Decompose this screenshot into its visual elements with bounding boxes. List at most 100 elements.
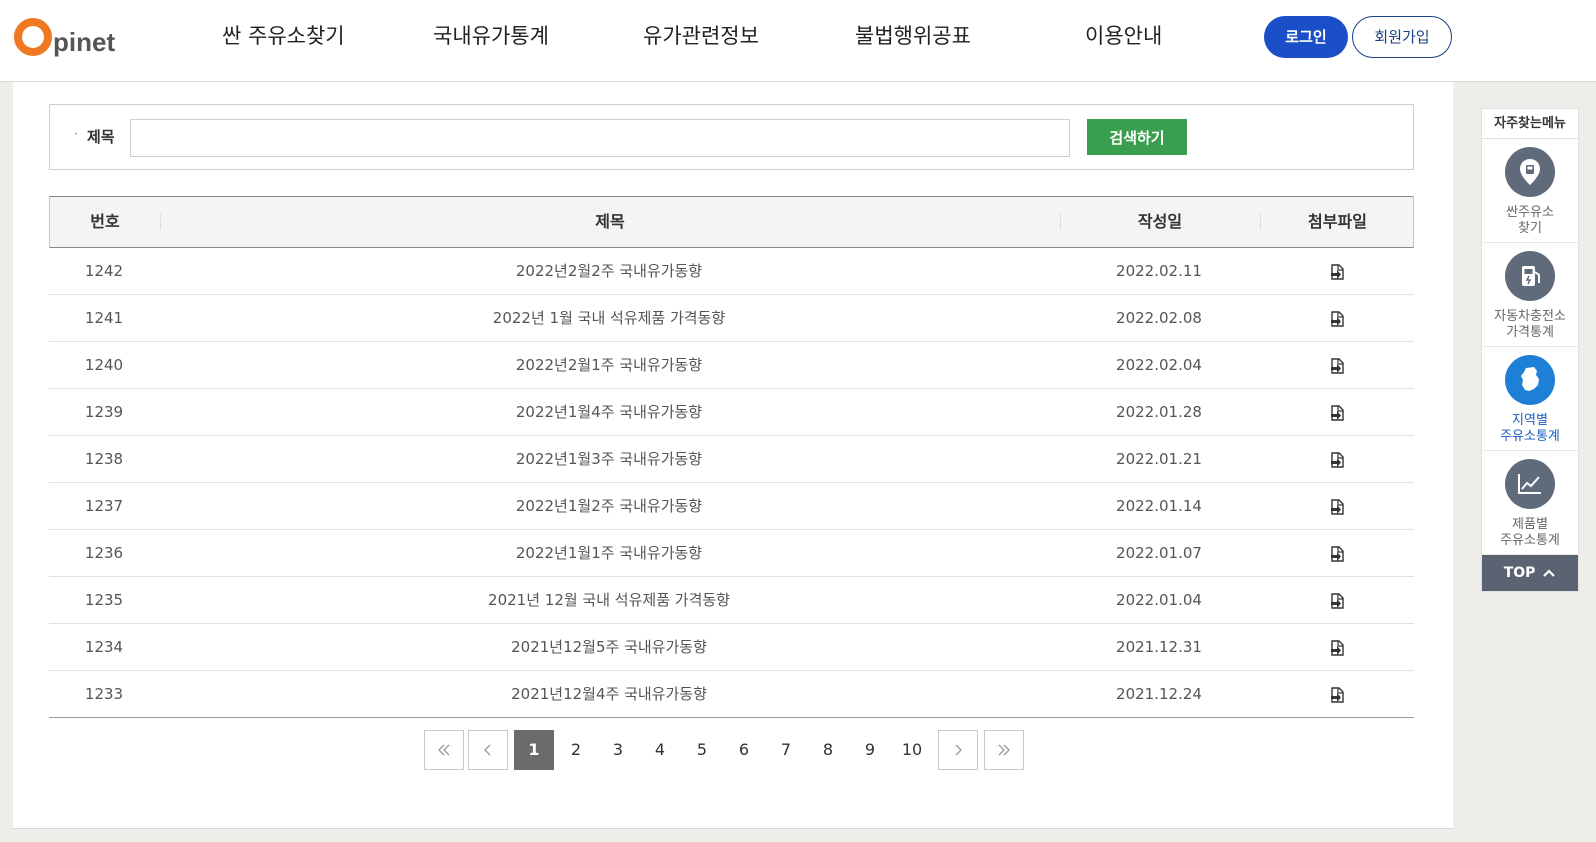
- opinet-logo[interactable]: pinet: [14, 10, 115, 56]
- file-download-icon[interactable]: [1329, 545, 1345, 562]
- table-row[interactable]: 1236 2022년1월1주 국내유가동향 2022.01.07: [49, 530, 1414, 577]
- row-number: 1237: [84, 497, 124, 515]
- table-row[interactable]: 1235 2021년 12월 국내 석유제품 가격동향 2022.01.04: [49, 577, 1414, 624]
- header-title: 제목: [595, 212, 625, 231]
- row-title-link[interactable]: 2022년1월3주 국내유가동향: [159, 436, 1059, 482]
- file-download-icon[interactable]: [1329, 404, 1345, 421]
- nav-illegal-acts[interactable]: 불법행위공표: [855, 20, 971, 50]
- page-number-button[interactable]: 2: [556, 730, 596, 770]
- quick-label-line1: 싼주유소: [1506, 205, 1554, 220]
- row-title-link[interactable]: 2022년 1월 국내 석유제품 가격동향: [159, 295, 1059, 341]
- page-number-button[interactable]: 9: [850, 730, 890, 770]
- page-number-button[interactable]: 5: [682, 730, 722, 770]
- file-download-icon[interactable]: [1329, 357, 1345, 374]
- table-row[interactable]: 1233 2021년12월4주 국내유가동향 2021.12.24: [49, 671, 1414, 718]
- row-title-link[interactable]: 2022년2월2주 국내유가동향: [159, 248, 1059, 294]
- table-row[interactable]: 1234 2021년12월5주 국내유가동향 2021.12.31: [49, 624, 1414, 671]
- page-number-button[interactable]: 6: [724, 730, 764, 770]
- nav-cheap-gas-station[interactable]: 싼 주유소찾기: [222, 20, 345, 50]
- first-page-button[interactable]: [424, 730, 464, 770]
- row-attachment[interactable]: [1259, 248, 1414, 294]
- file-download-icon[interactable]: [1329, 310, 1345, 327]
- chevron-up-icon: [1543, 569, 1556, 577]
- join-button[interactable]: 회원가입: [1352, 16, 1452, 58]
- row-title-link[interactable]: 2021년12월4주 국내유가동향: [159, 671, 1059, 717]
- row-title-link[interactable]: 2021년12월5주 국내유가동향: [159, 624, 1059, 670]
- content-panel: · 제목 검색하기 번호 제목 작성일 첨부파일 1242 2022년2월2주 국…: [13, 82, 1453, 829]
- nav-domestic-oil-stats[interactable]: 국내유가통계: [433, 20, 549, 50]
- row-attachment[interactable]: [1259, 671, 1414, 717]
- double-chevron-left-icon: [438, 744, 450, 756]
- table-row[interactable]: 1238 2022년1월3주 국내유가동향 2022.01.21: [49, 436, 1414, 483]
- table-row[interactable]: 1239 2022년1월4주 국내유가동향 2022.01.28: [49, 389, 1414, 436]
- chevron-left-icon: [484, 744, 491, 756]
- nav-user-guide[interactable]: 이용안내: [1085, 20, 1162, 50]
- quick-product-stats[interactable]: 제품별 주유소통계: [1482, 451, 1578, 555]
- file-download-icon[interactable]: [1329, 639, 1345, 656]
- row-attachment[interactable]: [1259, 342, 1414, 388]
- page-number-button[interactable]: 4: [640, 730, 680, 770]
- row-number: 1239: [84, 403, 124, 421]
- row-title-link[interactable]: 2022년1월4주 국내유가동향: [159, 389, 1059, 435]
- row-date: 2022.01.07: [1116, 544, 1202, 562]
- row-title-link[interactable]: 2022년1월2주 국내유가동향: [159, 483, 1059, 529]
- row-title-link[interactable]: 2022년2월1주 국내유가동향: [159, 342, 1059, 388]
- row-attachment[interactable]: [1259, 295, 1414, 341]
- row-title-link[interactable]: 2021년 12월 국내 석유제품 가격동향: [159, 577, 1059, 623]
- korea-map-icon: [1505, 355, 1555, 405]
- file-download-icon[interactable]: [1329, 686, 1345, 703]
- site-header: pinet 싼 주유소찾기 국내유가통계 유가관련정보 불법행위공표 이용안내 …: [0, 0, 1596, 82]
- login-button[interactable]: 로그인: [1264, 16, 1348, 58]
- file-download-icon[interactable]: [1329, 592, 1345, 609]
- row-attachment[interactable]: [1259, 483, 1414, 529]
- row-number: 1241: [84, 309, 124, 327]
- table-header: 번호 제목 작성일 첨부파일: [49, 196, 1414, 248]
- line-chart-icon: [1505, 459, 1555, 509]
- page-number-button[interactable]: 8: [808, 730, 848, 770]
- nav-oil-price-info[interactable]: 유가관련정보: [643, 20, 759, 50]
- quick-label-line1: 자동차충전소: [1494, 309, 1566, 324]
- page-number-button[interactable]: 3: [598, 730, 638, 770]
- row-number: 1240: [84, 356, 124, 374]
- file-download-icon[interactable]: [1329, 498, 1345, 515]
- quick-charging-station-prices[interactable]: 자동차충전소 가격통계: [1482, 243, 1578, 347]
- page-number-button[interactable]: 1: [514, 730, 554, 770]
- row-attachment[interactable]: [1259, 624, 1414, 670]
- quick-label-line1: 지역별: [1512, 413, 1548, 428]
- file-download-icon[interactable]: [1329, 451, 1345, 468]
- location-pin-icon: [1505, 147, 1555, 197]
- last-page-button[interactable]: [984, 730, 1024, 770]
- table-row[interactable]: 1240 2022년2월1주 국내유가동향 2022.02.04: [49, 342, 1414, 389]
- row-attachment[interactable]: [1259, 389, 1414, 435]
- page-number-button[interactable]: 10: [892, 730, 932, 770]
- row-date: 2021.12.31: [1116, 638, 1202, 656]
- search-input[interactable]: [130, 119, 1070, 157]
- quick-regional-stats[interactable]: 지역별 주유소통계: [1482, 347, 1578, 451]
- row-date: 2022.01.14: [1116, 497, 1202, 515]
- row-number: 1234: [84, 638, 124, 656]
- row-number: 1233: [84, 685, 124, 703]
- header-file: 첨부파일: [1308, 212, 1367, 231]
- page-number-button[interactable]: 7: [766, 730, 806, 770]
- row-title-link[interactable]: 2022년1월1주 국내유가동향: [159, 530, 1059, 576]
- quick-menu-title: 자주찾는메뉴: [1482, 109, 1578, 139]
- row-date: 2022.02.04: [1116, 356, 1202, 374]
- next-page-button[interactable]: [938, 730, 978, 770]
- table-row[interactable]: 1242 2022년2월2주 국내유가동향 2022.02.11: [49, 248, 1414, 295]
- top-label: TOP: [1503, 565, 1536, 581]
- scroll-top-button[interactable]: TOP: [1482, 555, 1578, 591]
- board-table: 번호 제목 작성일 첨부파일 1242 2022년2월2주 국내유가동향 2022.…: [49, 196, 1414, 718]
- search-box: · 제목 검색하기: [49, 104, 1414, 170]
- file-download-icon[interactable]: [1329, 263, 1345, 280]
- quick-cheap-gas-station[interactable]: 싼주유소 찾기: [1482, 139, 1578, 243]
- search-button[interactable]: 검색하기: [1087, 119, 1187, 155]
- pagination: 1 2 3 4 5 6 7 8 9 10: [424, 730, 1024, 770]
- row-attachment[interactable]: [1259, 530, 1414, 576]
- row-attachment[interactable]: [1259, 577, 1414, 623]
- table-row[interactable]: 1241 2022년 1월 국내 석유제품 가격동향 2022.02.08: [49, 295, 1414, 342]
- quick-label-line2: 찾기: [1518, 221, 1542, 236]
- prev-page-button[interactable]: [468, 730, 508, 770]
- row-date: 2021.12.24: [1116, 685, 1202, 703]
- table-row[interactable]: 1237 2022년1월2주 국내유가동향 2022.01.14: [49, 483, 1414, 530]
- row-attachment[interactable]: [1259, 436, 1414, 482]
